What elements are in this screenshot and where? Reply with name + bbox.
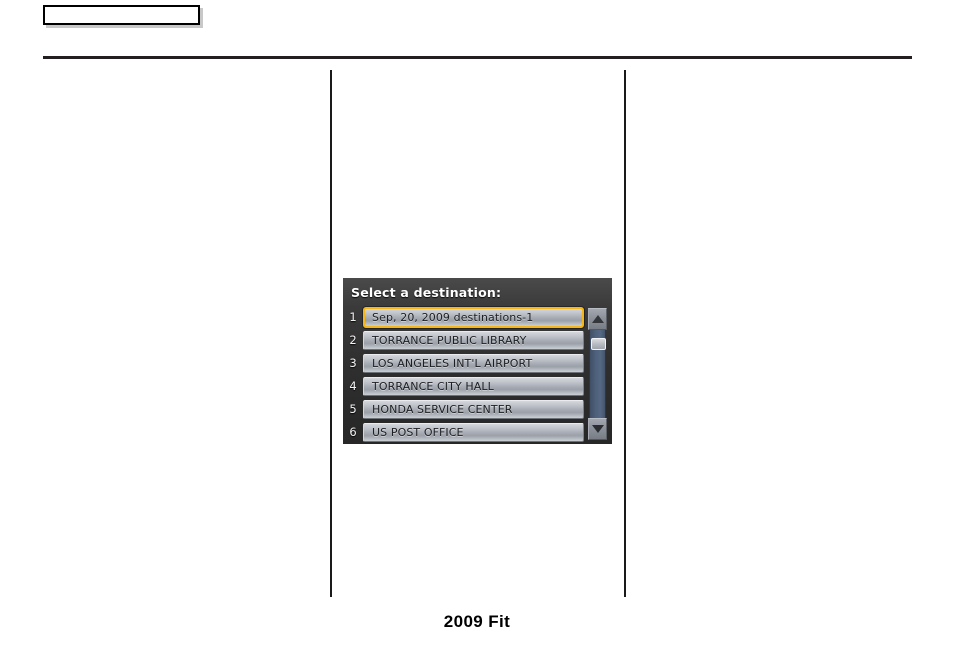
- list-item[interactable]: 4 TORRANCE CITY HALL: [343, 375, 612, 398]
- page-header-box: [43, 5, 200, 25]
- destination-button-1[interactable]: Sep, 20, 2009 destinations-1: [363, 307, 584, 328]
- destination-button-6[interactable]: US POST OFFICE: [363, 423, 584, 442]
- header-divider-rule: [43, 56, 912, 59]
- destination-button-2[interactable]: TORRANCE PUBLIC LIBRARY: [363, 331, 584, 350]
- destination-label: TORRANCE CITY HALL: [372, 380, 494, 393]
- select-destination-title: Select a destination:: [351, 285, 502, 300]
- column-divider-left: [330, 70, 332, 597]
- scrollbar-thumb[interactable]: [591, 338, 606, 350]
- list-item-number: 4: [349, 379, 357, 393]
- destination-button-3[interactable]: LOS ANGELES INT'L AIRPORT: [363, 354, 584, 373]
- destination-label: Sep, 20, 2009 destinations-1: [372, 311, 534, 324]
- triangle-up-icon: [591, 315, 604, 323]
- destination-label: TORRANCE PUBLIC LIBRARY: [372, 334, 527, 347]
- list-item[interactable]: 1 Sep, 20, 2009 destinations-1: [343, 306, 612, 329]
- destination-list: 1 Sep, 20, 2009 destinations-1 2 TORRANC…: [343, 306, 612, 444]
- list-item[interactable]: 6 US POST OFFICE: [343, 421, 612, 444]
- destination-label: HONDA SERVICE CENTER: [372, 403, 513, 416]
- list-item-number: 6: [349, 425, 357, 439]
- triangle-down-icon: [591, 425, 604, 433]
- destination-list-scrollbar[interactable]: [588, 308, 607, 440]
- list-item[interactable]: 5 HONDA SERVICE CENTER: [343, 398, 612, 421]
- scroll-down-button[interactable]: [588, 418, 607, 440]
- list-item[interactable]: 3 LOS ANGELES INT'L AIRPORT: [343, 352, 612, 375]
- list-item[interactable]: 2 TORRANCE PUBLIC LIBRARY: [343, 329, 612, 352]
- list-item-number: 3: [349, 356, 357, 370]
- column-divider-right: [624, 70, 626, 597]
- destination-button-4[interactable]: TORRANCE CITY HALL: [363, 377, 584, 396]
- list-item-number: 2: [349, 333, 357, 347]
- scrollbar-track[interactable]: [589, 330, 606, 418]
- page-footer-model: 2009 Fit: [443, 612, 511, 631]
- scroll-up-button[interactable]: [588, 308, 607, 330]
- destination-label: LOS ANGELES INT'L AIRPORT: [372, 357, 533, 370]
- destination-button-5[interactable]: HONDA SERVICE CENTER: [363, 400, 584, 419]
- list-item-number: 1: [349, 310, 357, 324]
- destination-label: US POST OFFICE: [372, 426, 464, 439]
- navigation-screen: Select a destination: 1 Sep, 20, 2009 de…: [343, 278, 612, 444]
- list-item-number: 5: [349, 402, 357, 416]
